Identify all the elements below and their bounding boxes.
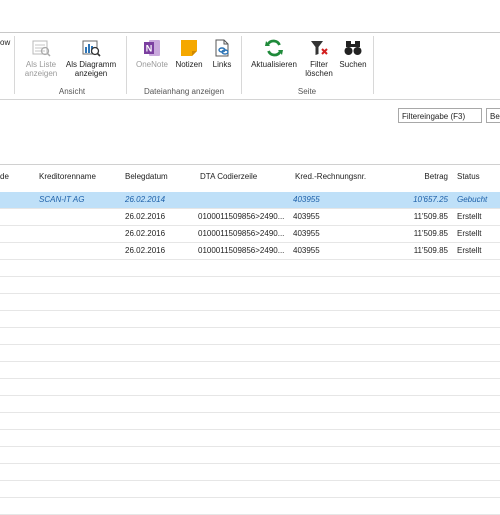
table-row[interactable]	[0, 277, 500, 294]
cell-belegdatum: 26.02.2014	[125, 195, 166, 204]
cell-rechnungsnr: 403955	[293, 195, 320, 204]
aktualisieren-label: Aktualisieren	[251, 60, 297, 69]
cell-status: Erstellt	[457, 246, 482, 255]
table-row[interactable]: 26.02.2016 0100011509856>2490... 403955 11'…	[0, 209, 500, 226]
ribbon-separator	[373, 36, 374, 94]
onenote-label: OneNote	[135, 60, 169, 69]
cell-belegdatum: 26.02.2016	[125, 246, 166, 255]
table-row[interactable]	[0, 294, 500, 311]
table-row[interactable]	[0, 345, 500, 362]
table-row[interactable]: 26.02.2016 0100011509856>2490... 403955 11'…	[0, 226, 500, 243]
onenote-button[interactable]: N OneNote	[132, 38, 172, 69]
table-row[interactable]: SCAN-IT AG 26.02.2014 403955 10'657.25 Gebuc…	[0, 192, 500, 209]
table-row[interactable]	[0, 447, 500, 464]
table-row[interactable]	[0, 362, 500, 379]
group-label-seite: Seite	[297, 87, 317, 96]
cell-dta-codierzeile: 0100011509856>2490...	[198, 212, 285, 221]
aktualisieren-button[interactable]: Aktualisieren	[246, 38, 302, 69]
filter-field-select[interactable]: Be	[486, 108, 500, 123]
onenote-icon: N	[144, 40, 160, 56]
ribbon-cut-label: ow	[0, 38, 11, 47]
ribbon-separator	[14, 36, 15, 94]
cell-belegdatum: 26.02.2016	[125, 212, 166, 221]
column-header-kreditorenname[interactable]: Kreditorenname	[39, 172, 96, 181]
table-row[interactable]	[0, 379, 500, 396]
ribbon: ow Als Liste anzeigen Als Diagramm anzei…	[0, 0, 500, 100]
chart-view-icon	[82, 40, 101, 57]
suchen-button[interactable]: Suchen	[338, 38, 368, 69]
clear-filter-icon	[311, 41, 328, 55]
cell-status: Erstellt	[457, 229, 482, 238]
filter-loeschen-button[interactable]: Filter löschen	[302, 38, 336, 78]
cell-belegdatum: 26.02.2016	[125, 229, 166, 238]
group-label-ansicht: Ansicht	[58, 87, 86, 96]
cell-kreditorenname: SCAN-IT AG	[39, 195, 85, 204]
svg-text:N: N	[146, 44, 153, 54]
table-row[interactable]	[0, 311, 500, 328]
cell-dta-codierzeile: 0100011509856>2490...	[198, 229, 285, 238]
cell-betrag: 10'657.25	[413, 195, 448, 204]
table-row[interactable]	[0, 260, 500, 277]
table-row[interactable]	[0, 481, 500, 498]
als-diagramm-label: Als Diagramm anzeigen	[65, 60, 117, 78]
table-row[interactable]: 26.02.2016 0100011509856>2490... 403955 11'…	[0, 243, 500, 260]
note-icon	[181, 40, 197, 56]
links-label: Links	[212, 60, 232, 69]
suchen-label: Suchen	[339, 60, 367, 69]
table-row[interactable]	[0, 413, 500, 430]
filter-input[interactable]: Filtereingabe (F3)	[398, 108, 482, 123]
table-row[interactable]	[0, 498, 500, 515]
data-grid: de Kreditorenname Belegdatum DTA Codierz…	[0, 164, 500, 515]
table-row[interactable]	[0, 464, 500, 481]
column-header-code[interactable]: de	[0, 172, 9, 181]
notizen-label: Notizen	[175, 60, 203, 69]
binoculars-icon	[344, 41, 362, 55]
cell-betrag: 11'509.85	[413, 246, 448, 255]
cell-status: Gebucht	[457, 195, 488, 204]
table-row[interactable]	[0, 430, 500, 447]
notizen-button[interactable]: Notizen	[172, 38, 206, 69]
cell-dta-codierzeile: 0100011509856>2490...	[198, 246, 285, 255]
column-header-rechnungsnr[interactable]: Kred.-Rechnungsnr.	[295, 172, 366, 181]
table-row[interactable]	[0, 328, 500, 345]
cell-rechnungsnr: 403955	[293, 246, 320, 255]
cell-betrag: 11'509.85	[413, 212, 448, 221]
als-liste-label: Als Liste anzeigen	[24, 60, 58, 78]
cell-rechnungsnr: 403955	[293, 212, 320, 221]
ribbon-separator	[126, 36, 127, 94]
column-header-status[interactable]: Status	[457, 172, 480, 181]
als-liste-button[interactable]: Als Liste anzeigen	[22, 38, 60, 78]
cell-status: Erstellt	[457, 212, 482, 221]
column-header-betrag[interactable]: Betrag	[400, 172, 448, 181]
refresh-icon	[265, 39, 283, 57]
table-row[interactable]	[0, 396, 500, 413]
grid-header: de Kreditorenname Belegdatum DTA Codierz…	[0, 164, 500, 193]
cell-rechnungsnr: 403955	[293, 229, 320, 238]
links-button[interactable]: Links	[208, 38, 236, 69]
link-document-icon	[215, 39, 229, 57]
cell-betrag: 11'509.85	[413, 229, 448, 238]
als-diagramm-button[interactable]: Als Diagramm anzeigen	[62, 38, 120, 78]
group-label-dateianhang: Dateianhang anzeigen	[143, 87, 225, 96]
filter-loeschen-label: Filter löschen	[305, 60, 333, 78]
list-view-icon	[32, 40, 51, 57]
column-header-dta-codierzeile[interactable]: DTA Codierzeile	[200, 172, 257, 181]
ribbon-separator	[241, 36, 242, 94]
column-header-belegdatum[interactable]: Belegdatum	[125, 172, 168, 181]
ribbon-divider	[0, 32, 500, 33]
